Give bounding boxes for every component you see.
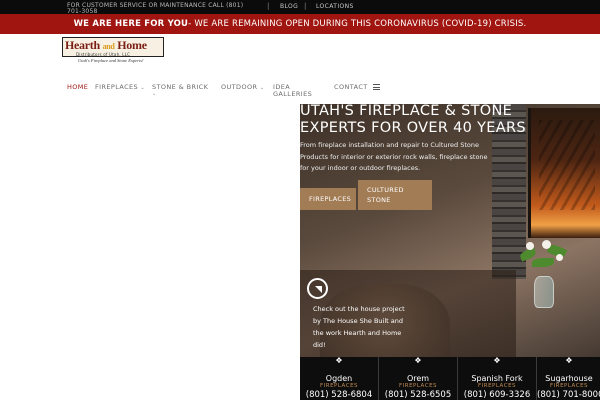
locations-strip: ❖ Ogden FIREPLACES (801) 528-6804 ❖ Orem…	[300, 357, 600, 400]
nav-item-idea-galleries[interactable]: IDEA GALLERIES	[273, 84, 312, 98]
divider: |	[304, 2, 307, 10]
flame-icon: ❖	[565, 356, 573, 365]
divider: |	[267, 2, 270, 10]
flower	[556, 254, 563, 261]
logo-brand-left: Hearth	[65, 38, 100, 52]
alert-strong-text: WE ARE HERE FOR YOU	[73, 19, 189, 29]
plant-shape	[518, 240, 572, 308]
alert-text: - WE ARE REMAINING OPEN DURING THIS CORO…	[188, 19, 527, 29]
nav-label-stone-brick: STONE & BRICK	[152, 83, 209, 91]
fireplace-shape	[528, 108, 600, 238]
house-project-promo[interactable]: Check out the house project by The House…	[300, 270, 516, 358]
location-ogden[interactable]: ❖ Ogden FIREPLACES (801) 528-6804	[300, 357, 379, 400]
location-type: FIREPLACES	[549, 383, 589, 389]
logo-tagline: Utah's Fireplace and Stone Experts!	[78, 58, 144, 63]
top-bar: FOR CUSTOMER SERVICE OR MAINTENANCE CALL…	[0, 0, 600, 15]
nav-item-fireplaces[interactable]: FIREPLACES ⌄	[95, 84, 145, 92]
location-sugarhouse[interactable]: ❖ Sugarhouse FIREPLACES (801) 701-8000	[537, 357, 600, 400]
fireplaces-button[interactable]: FIREPLACES	[300, 188, 356, 210]
hero-description: From fireplace installation and repair t…	[300, 141, 488, 172]
location-name: Orem	[406, 374, 430, 383]
location-phone[interactable]: (801) 528-6505	[379, 391, 457, 400]
cultured-stone-label-1: CULTURED	[367, 186, 404, 194]
site-logo[interactable]: Hearth and Home Distributors of Utah, LL…	[62, 34, 164, 66]
location-spanish-fork[interactable]: ❖ Spanish Fork FIREPLACES (801) 609-3326	[458, 357, 537, 400]
blog-link[interactable]: BLOG	[280, 3, 298, 10]
location-orem[interactable]: ❖ Orem FIREPLACES (801) 528-6505	[379, 357, 458, 400]
flame-icon: ❖	[493, 356, 501, 365]
location-name: Spanish Fork	[471, 374, 523, 383]
location-type: FIREPLACES	[319, 383, 359, 389]
logo-brand-right: Home	[117, 38, 147, 52]
nav-item-outdoor[interactable]: OUTDOOR ⌄	[221, 84, 264, 92]
nav-label-fireplaces: FIREPLACES	[95, 83, 139, 91]
nav-label-outdoor: OUTDOOR	[221, 83, 258, 91]
flower	[526, 242, 534, 250]
location-phone[interactable]: (801) 701-8000	[537, 391, 600, 400]
logo-brand-and: and	[102, 42, 115, 51]
nav-item-home[interactable]: HOME	[67, 84, 88, 91]
logo-wordmark: Hearth and Home	[65, 38, 147, 53]
vase	[534, 276, 554, 308]
nav-item-stone-brick[interactable]: STONE & BRICK ⌄	[152, 84, 208, 98]
flame-icon: ❖	[335, 356, 343, 365]
chevron-down-icon: ⌄	[140, 85, 146, 91]
nav-item-contact[interactable]: CONTACT	[334, 84, 368, 91]
flame-icon: ❖	[414, 356, 422, 365]
flower	[542, 240, 551, 249]
location-type: FIREPLACES	[398, 383, 438, 389]
covid-alert-banner[interactable]: WE ARE HERE FOR YOU- WE ARE REMAINING OP…	[0, 14, 600, 34]
leaf	[532, 258, 554, 267]
promo-text: Check out the house project by The House…	[313, 305, 405, 349]
location-name: Sugarhouse	[545, 374, 593, 383]
cultured-stone-label-2: STONE	[367, 196, 391, 204]
locations-link[interactable]: LOCATIONS	[316, 3, 354, 10]
menu-icon[interactable]	[373, 84, 380, 90]
arrow-circle-icon	[307, 278, 328, 299]
location-type: FIREPLACES	[477, 383, 517, 389]
location-phone[interactable]: (801) 528-6804	[300, 391, 378, 400]
cultured-stone-button[interactable]: CULTURED STONE	[358, 180, 432, 210]
hero-title: UTAH'S FIREPLACE & STONE EXPERTS FOR OVE…	[300, 103, 526, 136]
location-phone[interactable]: (801) 609-3326	[458, 391, 536, 400]
nav-label-galleries: GALLERIES	[273, 90, 313, 98]
chevron-down-icon: ⌄	[152, 91, 157, 97]
location-name: Ogden	[325, 374, 353, 383]
logo-subtitle: Distributors of Utah, LLC	[76, 52, 131, 57]
chevron-down-icon: ⌄	[259, 85, 265, 91]
